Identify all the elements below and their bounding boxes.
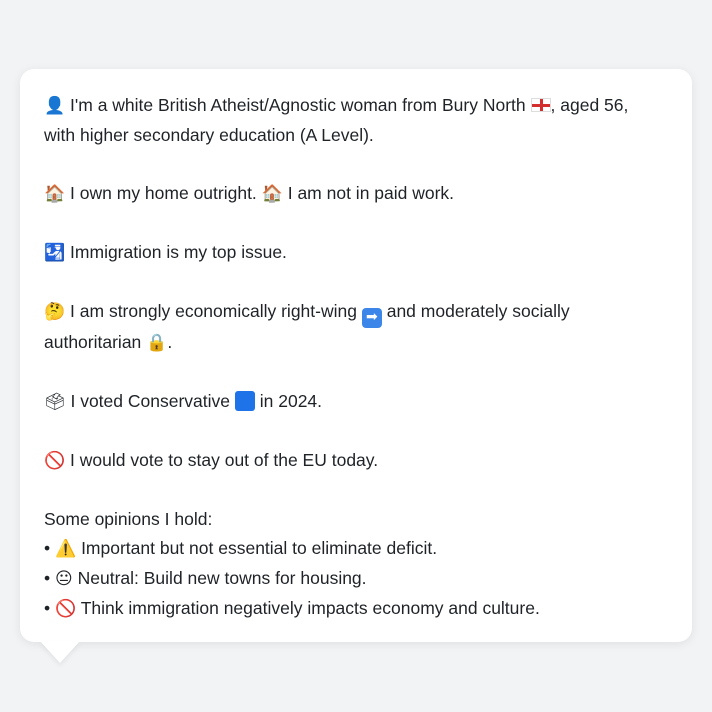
neutral-face-icon: 😐 [55, 568, 73, 589]
vote-year-text: in 2024. [259, 390, 323, 411]
issue-line: 🛂 Immigration is my top issue. [44, 238, 668, 268]
opinion-text: Neutral: Build new towns for housing. [77, 567, 367, 588]
person-icon: 👤 [44, 96, 66, 116]
social-text: and moderately socially [386, 301, 570, 321]
eu-text: I would vote to stay out of the EU today… [70, 449, 379, 470]
ideology-line: 🤔 I am strongly economically right-wing … [44, 297, 668, 328]
opinion-item: • 😐 Neutral: Build new towns for housing… [44, 564, 668, 594]
bubble-tail [40, 641, 80, 663]
period-text: . [167, 331, 173, 352]
opinion-text: Think immigration negatively impacts eco… [80, 597, 540, 618]
bullet: • [44, 537, 51, 558]
prohibited-icon: 🚫 [55, 598, 77, 619]
education-line: with higher secondary education (A Level… [44, 125, 374, 145]
economic-text: I am strongly economically right-wing [70, 301, 357, 321]
persona-card: 👤 I'm a white British Atheist/Agnostic w… [20, 69, 692, 642]
home-text: I own my home outright. [70, 183, 257, 203]
authoritarian-text: authoritarian [44, 331, 142, 352]
blue-square-icon [234, 390, 255, 411]
house-icon: 🏠 [44, 184, 66, 204]
house-icon: 🏠 [261, 184, 283, 204]
opinion-item: • 🚫 Think immigration negatively impacts… [44, 594, 668, 624]
vote-line: 🗳 I voted Conservative in 2024. [44, 387, 668, 417]
identity-text: I'm a white British Atheist/Agnostic wom… [70, 95, 526, 115]
right-arrow-icon: ➡ [361, 307, 382, 328]
england-flag-icon [530, 98, 551, 112]
opinion-text: Important but not essential to eliminate… [81, 537, 438, 558]
thinking-face-icon: 🤔 [44, 302, 66, 322]
lock-icon: 🔒 [146, 332, 168, 353]
ballot-box-icon: 🗳 [44, 391, 66, 412]
eu-line: 🚫 I would vote to stay out of the EU tod… [44, 446, 668, 476]
work-text: I am not in paid work. [287, 183, 455, 203]
bullet: • [44, 567, 51, 588]
warning-icon: ⚠️ [55, 538, 77, 559]
home-line: 🏠 I own my home outright. 🏠 I am not in … [44, 179, 668, 209]
issue-text: Immigration is my top issue. [70, 242, 287, 262]
opinions-header: Some opinions I hold: [44, 508, 213, 529]
bullet: • [44, 597, 51, 618]
ideology-line-2: authoritarian 🔒. [44, 328, 668, 358]
vote-text: I voted Conservative [70, 390, 230, 411]
opinion-item: • ⚠️ Important but not essential to elim… [44, 534, 668, 564]
age-text: , aged 56, [550, 95, 629, 115]
passport-control-icon: 🛂 [44, 243, 66, 263]
prohibited-icon: 🚫 [44, 450, 66, 471]
identity-line: 👤 I'm a white British Atheist/Agnostic w… [44, 91, 668, 121]
